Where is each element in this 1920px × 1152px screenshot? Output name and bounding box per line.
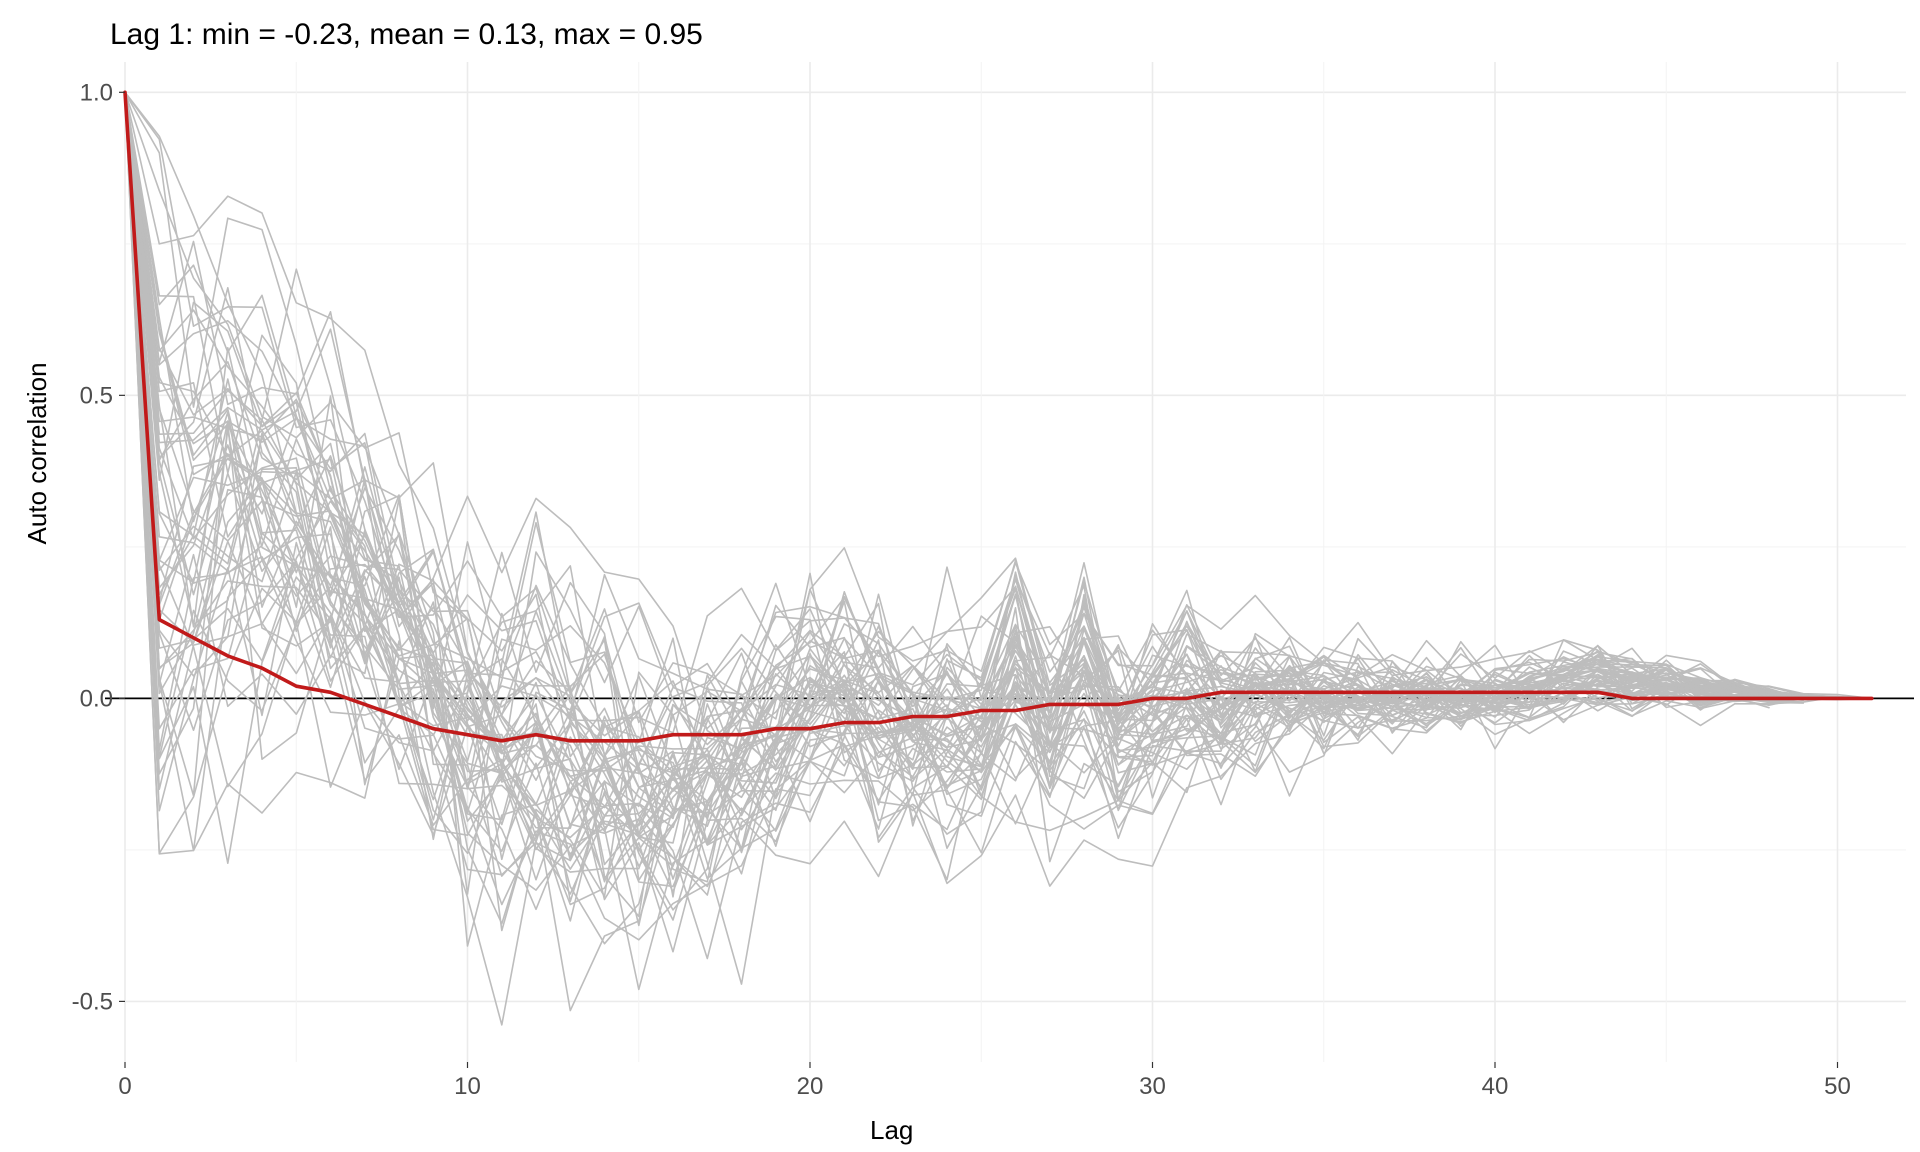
y-tick-label: 0.0 (80, 685, 113, 712)
y-tick-label: 0.5 (80, 382, 113, 409)
x-axis-label: Lag (870, 1115, 913, 1146)
chart-svg: -0.5 0.0 0.5 1.0 0 10 20 30 40 50 (0, 0, 1920, 1152)
x-tick-label: 10 (454, 1073, 481, 1100)
x-tick-label: 0 (118, 1073, 131, 1100)
x-tick-label: 30 (1139, 1073, 1166, 1100)
autocorrelation-chart: Lag 1: min = -0.23, mean = 0.13, max = 0… (0, 0, 1920, 1152)
y-axis-label: Auto correlation (22, 362, 53, 544)
x-tick-label: 50 (1824, 1073, 1851, 1100)
y-tick-label: -0.5 (72, 988, 113, 1015)
x-tick-label: 40 (1482, 1073, 1509, 1100)
x-tick-label: 20 (797, 1073, 824, 1100)
y-tick-label: 1.0 (80, 79, 113, 106)
